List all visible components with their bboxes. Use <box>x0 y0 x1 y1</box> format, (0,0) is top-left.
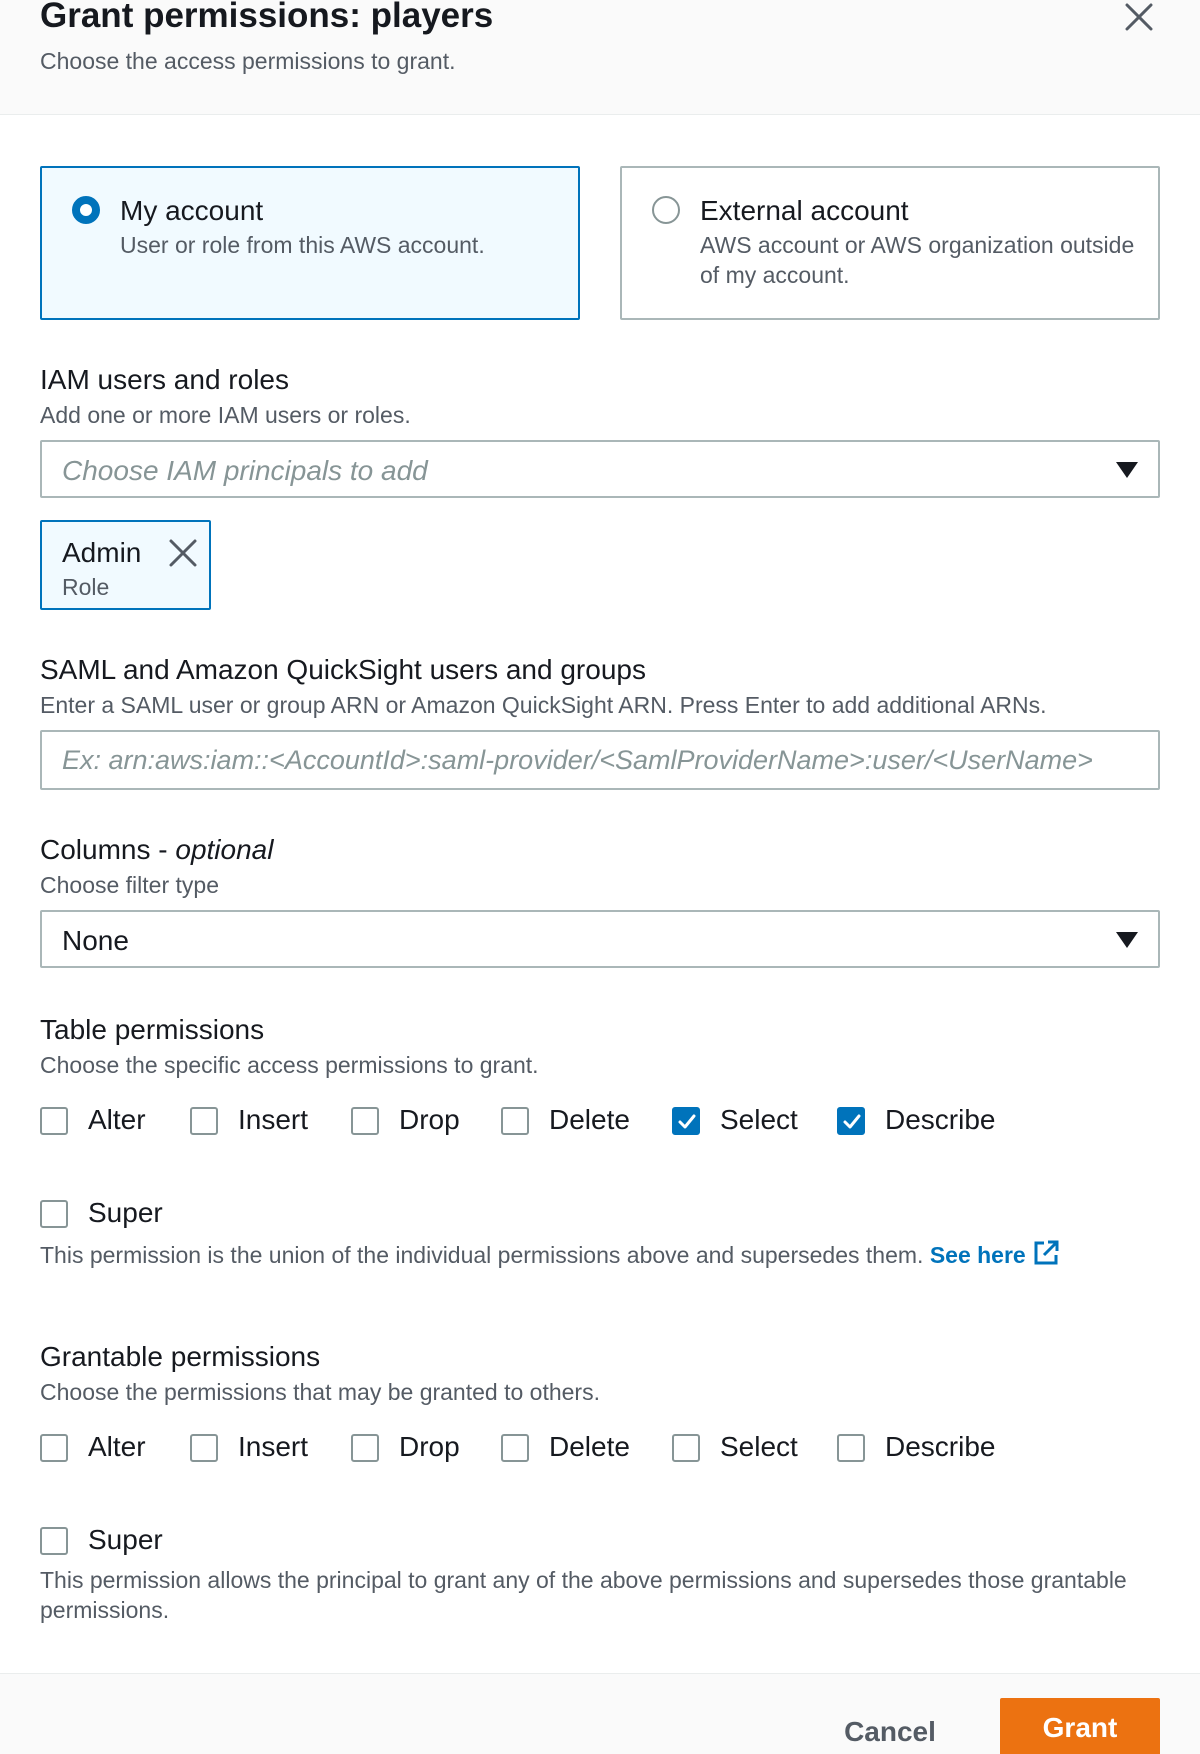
iam-description: Add one or more IAM users or roles. <box>40 402 411 428</box>
close-icon <box>1125 3 1153 31</box>
checkbox-box[interactable] <box>672 1107 700 1135</box>
dialog-header: Grant permissions: players Choose the ac… <box>0 0 1200 115</box>
dialog-footer: Cancel Grant <box>0 1673 1200 1754</box>
checkbox-box[interactable] <box>351 1107 379 1135</box>
tile-title: My account <box>120 195 264 226</box>
checkbox-box[interactable] <box>190 1434 218 1462</box>
saml-description: Enter a SAML user or group ARN or Amazon… <box>40 692 1047 718</box>
checkbox-label: Alter <box>88 1431 146 1462</box>
tile-my-account[interactable]: My account User or role from this AWS ac… <box>40 166 580 320</box>
see-here-link-label: See here <box>929 1242 1026 1268</box>
token-name: Admin <box>62 537 142 568</box>
grantable-permissions-description: Choose the permissions that may be grant… <box>40 1379 600 1405</box>
dialog-subtitle: Choose the access permissions to grant. <box>40 48 456 74</box>
checkbox-box[interactable] <box>501 1107 529 1135</box>
checkbox-box[interactable] <box>837 1107 865 1135</box>
caret-down-icon <box>1116 462 1138 478</box>
remove-token-button[interactable] <box>166 536 200 570</box>
checkbox-label: Delete <box>549 1431 630 1462</box>
checkbox-label: Drop <box>399 1104 460 1135</box>
iam-principals-placeholder: Choose IAM principals to add <box>62 455 428 486</box>
checkbox-box[interactable] <box>351 1434 379 1462</box>
checkbox-box[interactable] <box>837 1434 865 1462</box>
checkbox-box[interactable] <box>40 1527 68 1555</box>
checkbox-box[interactable] <box>40 1434 68 1462</box>
checkbox-box[interactable] <box>190 1107 218 1135</box>
iam-label: IAM users and roles <box>40 364 289 395</box>
tile-external-account[interactable]: External account AWS account or AWS orga… <box>620 166 1160 320</box>
see-here-link[interactable]: See here <box>929 1240 1060 1268</box>
checkbox-label: Super <box>88 1524 163 1555</box>
checkbox-label: Insert <box>238 1104 309 1135</box>
grantable-permissions-label: Grantable permissions <box>40 1341 321 1372</box>
tile-description: User or role from this AWS account. <box>120 232 485 258</box>
token-type: Role <box>62 574 110 600</box>
columns-filter-value: None <box>62 925 129 956</box>
close-icon <box>169 539 197 567</box>
columns-label-text: Columns - <box>40 834 176 865</box>
principal-token: Admin Role <box>40 520 211 610</box>
iam-principals-select[interactable]: Choose IAM principals to add <box>40 440 1160 498</box>
columns-label: Columns - optional <box>40 833 273 867</box>
saml-label: SAML and Amazon QuickSight users and gro… <box>40 654 646 685</box>
checkbox-label: Insert <box>238 1431 309 1462</box>
checkbox-label: Drop <box>399 1431 460 1462</box>
external-link-icon <box>1034 1240 1059 1265</box>
tile-description: AWS account or AWS organization outside … <box>700 232 1135 288</box>
tile-title: External account <box>700 195 909 226</box>
grant-button[interactable]: Grant <box>1000 1698 1160 1754</box>
table-permissions-label: Table permissions <box>40 1014 265 1045</box>
checkbox-label: Alter <box>88 1104 146 1135</box>
table-super-help-text: This permission is the union of the indi… <box>40 1242 930 1268</box>
checkbox-box[interactable] <box>40 1107 68 1135</box>
table-super-help: This permission is the union of the indi… <box>40 1239 1060 1270</box>
checkmark-icon <box>678 1114 696 1129</box>
checkbox-box[interactable] <box>40 1200 68 1228</box>
cancel-button[interactable]: Cancel <box>820 1709 960 1754</box>
checkbox-label: Select <box>720 1104 798 1135</box>
close-button[interactable] <box>1120 0 1160 34</box>
grantable-super-help: This permission allows the principal to … <box>40 1567 1127 1623</box>
checkbox-box[interactable] <box>501 1434 529 1462</box>
radio-external-account[interactable] <box>652 196 680 224</box>
checkbox-label: Describe <box>885 1104 996 1135</box>
columns-description: Choose filter type <box>40 872 219 898</box>
dialog-title: Grant permissions: players <box>40 0 494 35</box>
caret-down-icon <box>1116 932 1138 948</box>
checkbox-label: Super <box>88 1197 163 1228</box>
columns-filter-select[interactable]: None <box>40 910 1160 968</box>
saml-arn-input[interactable] <box>40 730 1160 790</box>
checkbox-label: Delete <box>549 1104 630 1135</box>
table-permissions-description: Choose the specific access permissions t… <box>40 1052 539 1078</box>
radio-my-account[interactable] <box>72 196 100 224</box>
checkbox-label: Describe <box>885 1431 996 1462</box>
checkbox-label: Select <box>720 1431 798 1462</box>
checkmark-icon <box>843 1114 861 1129</box>
checkbox-box[interactable] <box>672 1434 700 1462</box>
columns-label-optional: optional <box>175 834 274 865</box>
